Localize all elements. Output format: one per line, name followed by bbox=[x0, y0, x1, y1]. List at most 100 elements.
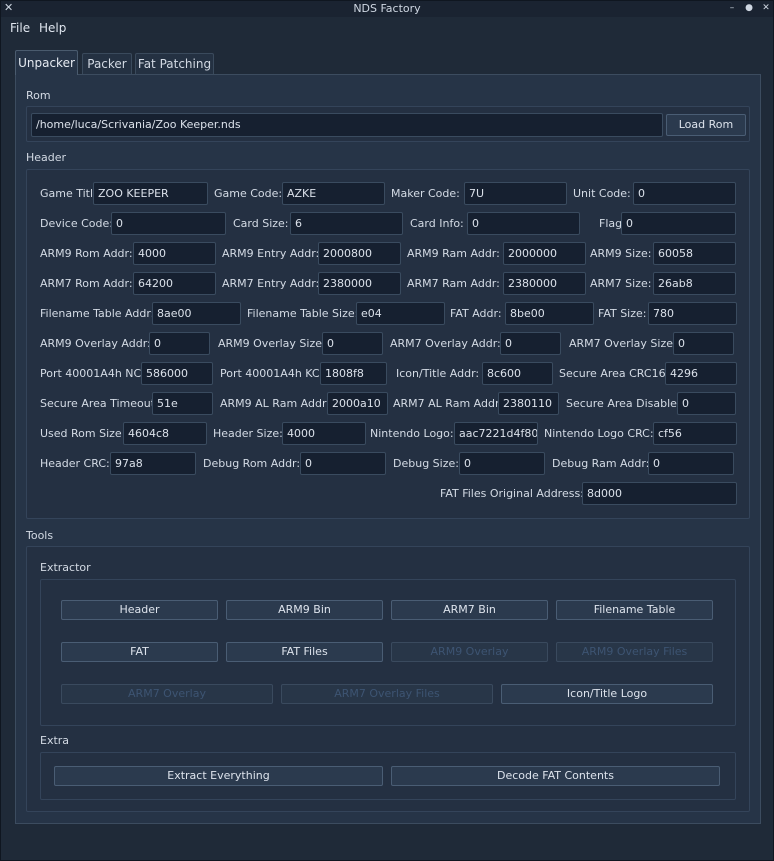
arm7-rom-addr-input[interactable]: 64200 bbox=[133, 272, 216, 295]
nintendo-logo-label: Nintendo Logo: bbox=[370, 427, 454, 440]
secure-area-crc16-input[interactable]: 4296 bbox=[665, 362, 737, 385]
menu-help[interactable]: Help bbox=[39, 21, 66, 35]
fat-files-button[interactable]: FAT Files bbox=[226, 642, 383, 662]
fat-size-label: FAT Size: bbox=[598, 307, 647, 320]
menu-file[interactable]: File bbox=[10, 21, 30, 35]
extra-group: Extract Everything Decode FAT Contents bbox=[40, 752, 736, 800]
arm9-overlay-size-label: ARM9 Overlay Size: bbox=[218, 337, 326, 350]
icon-title-logo-button[interactable]: Icon/Title Logo bbox=[501, 684, 713, 704]
arm7-rom-addr-label: ARM7 Rom Addr: bbox=[40, 277, 133, 290]
filename-table-addr-label: Filename Table Addr: bbox=[40, 307, 155, 320]
tab-fat-patching[interactable]: Fat Patching bbox=[135, 53, 214, 74]
tools-section-label: Tools bbox=[26, 529, 54, 542]
maximize-icon[interactable]: ● bbox=[744, 3, 754, 13]
secure-area-disable-label: Secure Area Disable: bbox=[566, 397, 681, 410]
decode-fat-contents-button[interactable]: Decode FAT Contents bbox=[391, 766, 720, 786]
debug-rom-addr-input[interactable]: 0 bbox=[300, 452, 386, 475]
secure-area-crc16-label: Secure Area CRC16: bbox=[559, 367, 670, 380]
nintendo-logo-input[interactable]: aac7221d4f807 bbox=[454, 422, 538, 445]
secure-area-timeout-input[interactable]: 51e bbox=[152, 392, 213, 415]
game-code-input[interactable]: AZKE bbox=[282, 182, 385, 205]
rom-path-input[interactable]: /home/luca/Scrivania/Zoo Keeper.nds bbox=[31, 113, 663, 137]
arm9-overlay-files-button[interactable]: ARM9 Overlay Files bbox=[556, 642, 713, 662]
load-rom-button[interactable]: Load Rom bbox=[666, 114, 746, 136]
icon-title-addr-label: Icon/Title Addr: bbox=[396, 367, 480, 380]
menu-bar: File Help bbox=[1, 17, 773, 39]
nintendo-logo-crc-input[interactable]: cf56 bbox=[653, 422, 737, 445]
arm9-overlay-size-input[interactable]: 0 bbox=[322, 332, 383, 355]
used-rom-size-label: Used Rom Size: bbox=[40, 427, 126, 440]
app-window: ✕ NDS Factory – ● ✕ File Help Packer Fat… bbox=[0, 0, 774, 861]
arm9-al-ram-addr-input[interactable]: 2000a10 bbox=[327, 392, 388, 415]
used-rom-size-input[interactable]: 4604c8 bbox=[123, 422, 207, 445]
arm9-size-input[interactable]: 60058 bbox=[653, 242, 736, 265]
arm9-ram-addr-label: ARM9 Ram Addr: bbox=[407, 247, 500, 260]
port-40001a4h-kc-label: Port 40001A4h KC: bbox=[220, 367, 324, 380]
nintendo-logo-crc-label: Nintendo Logo CRC: bbox=[544, 427, 654, 440]
arm7-ram-addr-input[interactable]: 2380000 bbox=[503, 272, 586, 295]
arm9-ram-addr-input[interactable]: 2000000 bbox=[503, 242, 586, 265]
arm9-bin-button[interactable]: ARM9 Bin bbox=[226, 600, 383, 620]
fat-files-original-address-input[interactable]: 8d000 bbox=[582, 482, 737, 505]
maker-code-input[interactable]: 7U bbox=[464, 182, 567, 205]
card-info-input[interactable]: 0 bbox=[467, 212, 580, 235]
icon-title-addr-input[interactable]: 8c600 bbox=[482, 362, 553, 385]
fat-size-input[interactable]: 780 bbox=[648, 302, 737, 325]
unit-code-input[interactable]: 0 bbox=[633, 182, 736, 205]
arm7-bin-button[interactable]: ARM7 Bin bbox=[391, 600, 548, 620]
extractor-group: Header ARM9 Bin ARM7 Bin Filename Table FAT F… bbox=[40, 579, 736, 726]
title-bar[interactable]: ✕ NDS Factory – ● ✕ bbox=[1, 1, 773, 17]
device-code-input[interactable]: 0 bbox=[111, 212, 226, 235]
rom-group: /home/luca/Scrivania/Zoo Keeper.nds Load… bbox=[26, 106, 750, 142]
close-icon[interactable]: ✕ bbox=[761, 3, 771, 13]
fat-button[interactable]: FAT bbox=[61, 642, 218, 662]
filename-table-size-label: Filename Table Size: bbox=[247, 307, 359, 320]
filename-table-size-input[interactable]: e04 bbox=[356, 302, 445, 325]
filename-table-addr-input[interactable]: 8ae00 bbox=[152, 302, 241, 325]
debug-rom-addr-label: Debug Rom Addr: bbox=[203, 457, 301, 470]
arm9-overlay-addr-input[interactable]: 0 bbox=[149, 332, 210, 355]
arm7-overlay-size-input[interactable]: 0 bbox=[673, 332, 734, 355]
tab-unpacker[interactable]: Unpacker bbox=[15, 50, 78, 75]
rom-section-label: Rom bbox=[26, 89, 51, 102]
arm7-size-input[interactable]: 26ab8 bbox=[653, 272, 736, 295]
card-size-input[interactable]: 6 bbox=[290, 212, 403, 235]
header-crc-input[interactable]: 97a8 bbox=[110, 452, 196, 475]
debug-ram-addr-input[interactable]: 0 bbox=[648, 452, 734, 475]
tab-packer[interactable]: Packer bbox=[82, 53, 132, 74]
fat-addr-label: FAT Addr: bbox=[450, 307, 502, 320]
secure-area-disable-input[interactable]: 0 bbox=[677, 392, 736, 415]
filename-table-button[interactable]: Filename Table bbox=[556, 600, 713, 620]
arm7-overlay-button[interactable]: ARM7 Overlay bbox=[61, 684, 273, 704]
extra-section-label: Extra bbox=[40, 734, 70, 747]
arm7-size-label: ARM7 Size: bbox=[590, 277, 652, 290]
arm7-al-ram-addr-input[interactable]: 2380110 bbox=[498, 392, 559, 415]
port-40001a4h-kc-input[interactable]: 1808f8 bbox=[320, 362, 387, 385]
port-40001a4h-nc-input[interactable]: 586000 bbox=[141, 362, 213, 385]
maker-code-label: Maker Code: bbox=[391, 187, 460, 200]
card-info-label: Card Info: bbox=[410, 217, 464, 230]
arm7-al-ram-addr-label: ARM7 AL Ram Addr: bbox=[393, 397, 503, 410]
arm9-overlay-button[interactable]: ARM9 Overlay bbox=[391, 642, 548, 662]
arm9-entry-addr-input[interactable]: 2000800 bbox=[318, 242, 401, 265]
arm9-rom-addr-input[interactable]: 4000 bbox=[133, 242, 216, 265]
debug-size-input[interactable]: 0 bbox=[459, 452, 545, 475]
unpacker-pane: Rom /home/luca/Scrivania/Zoo Keeper.nds … bbox=[15, 74, 761, 824]
arm7-overlay-addr-input[interactable]: 0 bbox=[500, 332, 561, 355]
arm9-rom-addr-label: ARM9 Rom Addr: bbox=[40, 247, 133, 260]
header-size-input[interactable]: 4000 bbox=[282, 422, 366, 445]
arm7-overlay-files-button[interactable]: ARM7 Overlay Files bbox=[281, 684, 493, 704]
arm7-overlay-addr-label: ARM7 Overlay Addr: bbox=[390, 337, 501, 350]
game-title-input[interactable]: ZOO KEEPER bbox=[93, 182, 208, 205]
extract-everything-button[interactable]: Extract Everything bbox=[54, 766, 383, 786]
tools-group: Extractor Header ARM9 Bin ARM7 Bin Filename… bbox=[26, 546, 750, 812]
header-button[interactable]: Header bbox=[61, 600, 218, 620]
fat-addr-input[interactable]: 8be00 bbox=[505, 302, 594, 325]
fat-files-original-address-label: FAT Files Original Address: bbox=[440, 487, 584, 500]
unit-code-label: Unit Code: bbox=[573, 187, 631, 200]
arm7-overlay-size-label: ARM7 Overlay Size: bbox=[569, 337, 677, 350]
minimize-icon[interactable]: – bbox=[727, 3, 737, 13]
game-code-label: Game Code: bbox=[214, 187, 283, 200]
arm7-entry-addr-input[interactable]: 2380000 bbox=[318, 272, 401, 295]
flags-input[interactable]: 0 bbox=[621, 212, 736, 235]
